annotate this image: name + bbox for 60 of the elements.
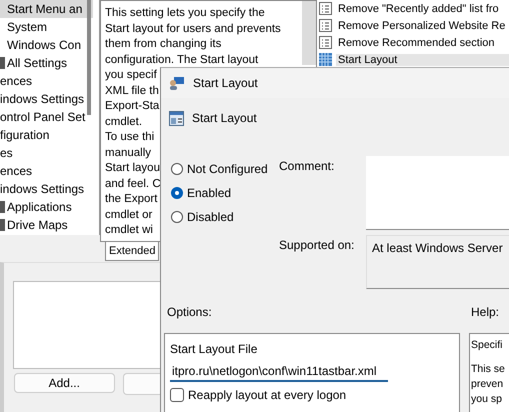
- window-title: Start Layout: [193, 76, 258, 90]
- setting-item[interactable]: Start Layout: [336, 54, 509, 66]
- scrollbar[interactable]: [302, 1, 316, 65]
- state-radio[interactable]: Enabled: [171, 186, 279, 200]
- setting-icon: [319, 53, 332, 66]
- add-button[interactable]: Add...: [14, 373, 115, 393]
- radio-icon[interactable]: [171, 211, 183, 223]
- description-line: This setting lets you specify the: [105, 6, 265, 21]
- policy-icon: [169, 110, 184, 126]
- tree-item[interactable]: ences: [0, 72, 99, 90]
- tree-item[interactable]: System: [0, 18, 99, 36]
- tree-item[interactable]: indows Settings: [0, 90, 99, 108]
- radio-icon[interactable]: [171, 187, 183, 199]
- description-line: cmdlet or: [105, 208, 152, 222]
- policy-name: Start Layout: [192, 111, 257, 125]
- description-line: them from changing its: [105, 37, 222, 52]
- description-line: Start layout for users and prevents: [105, 22, 281, 36]
- state-radio[interactable]: Not Configured: [171, 162, 279, 176]
- description-line: cmdlet.: [105, 114, 142, 130]
- description-line: Export-Sta: [105, 99, 160, 114]
- tree-item[interactable]: ences: [0, 162, 99, 180]
- state-radio[interactable]: Disabled: [171, 210, 279, 224]
- tree-item[interactable]: ontrol Panel Set: [0, 108, 99, 126]
- tree-item[interactable]: All Settings: [0, 54, 99, 72]
- description-line: Start layou: [105, 161, 160, 176]
- supported-label: Supported on:: [279, 237, 356, 254]
- tree-item[interactable]: indows Settings: [0, 180, 99, 198]
- checkbox-icon[interactable]: [170, 388, 184, 402]
- supported-value: At least Windows Server: [366, 235, 509, 289]
- comment-label: Comment:: [279, 158, 336, 175]
- description-line: configuration. The Start layout: [105, 52, 258, 68]
- extended-tab[interactable]: Extended: [105, 242, 160, 261]
- description-line: the Export: [105, 192, 158, 207]
- description-line: To use thi: [105, 130, 154, 145]
- description-line: manually: [105, 146, 152, 160]
- tree-item[interactable]: Start Menu an: [0, 0, 93, 18]
- comment-field[interactable]: [366, 156, 509, 230]
- setting-item[interactable]: Remove "Recently added" list fro: [336, 2, 509, 14]
- scrollbar[interactable]: [87, 0, 91, 115]
- help-line: This se: [471, 362, 506, 377]
- description-line: and feel. C: [105, 176, 161, 192]
- tree-item[interactable]: Applications: [0, 198, 99, 216]
- reapply-checkbox[interactable]: Reapply layout at every logon: [170, 388, 455, 402]
- help-line: Specifi: [471, 338, 504, 353]
- description-line: XML file th: [105, 84, 159, 98]
- options-label: Options:: [167, 305, 212, 321]
- tree-item[interactable]: Windows Con: [0, 36, 99, 54]
- tree-item[interactable]: es: [0, 144, 99, 162]
- help-line: preven: [471, 377, 504, 392]
- computer-user-icon: [169, 76, 185, 90]
- setting-item[interactable]: Remove Personalized Website Re: [336, 20, 509, 32]
- field-label: Start Layout File: [170, 342, 258, 356]
- help-line: you sp: [471, 392, 503, 407]
- radio-icon[interactable]: [171, 163, 183, 175]
- tree-item[interactable]: figuration: [0, 126, 99, 144]
- setting-item[interactable]: Remove Recommended section: [336, 36, 509, 48]
- description-line: you specif: [105, 68, 157, 83]
- description-line: cmdlet wi: [105, 223, 153, 238]
- tree-item[interactable]: Drive Maps: [0, 216, 99, 234]
- help-label: Help:: [470, 305, 499, 321]
